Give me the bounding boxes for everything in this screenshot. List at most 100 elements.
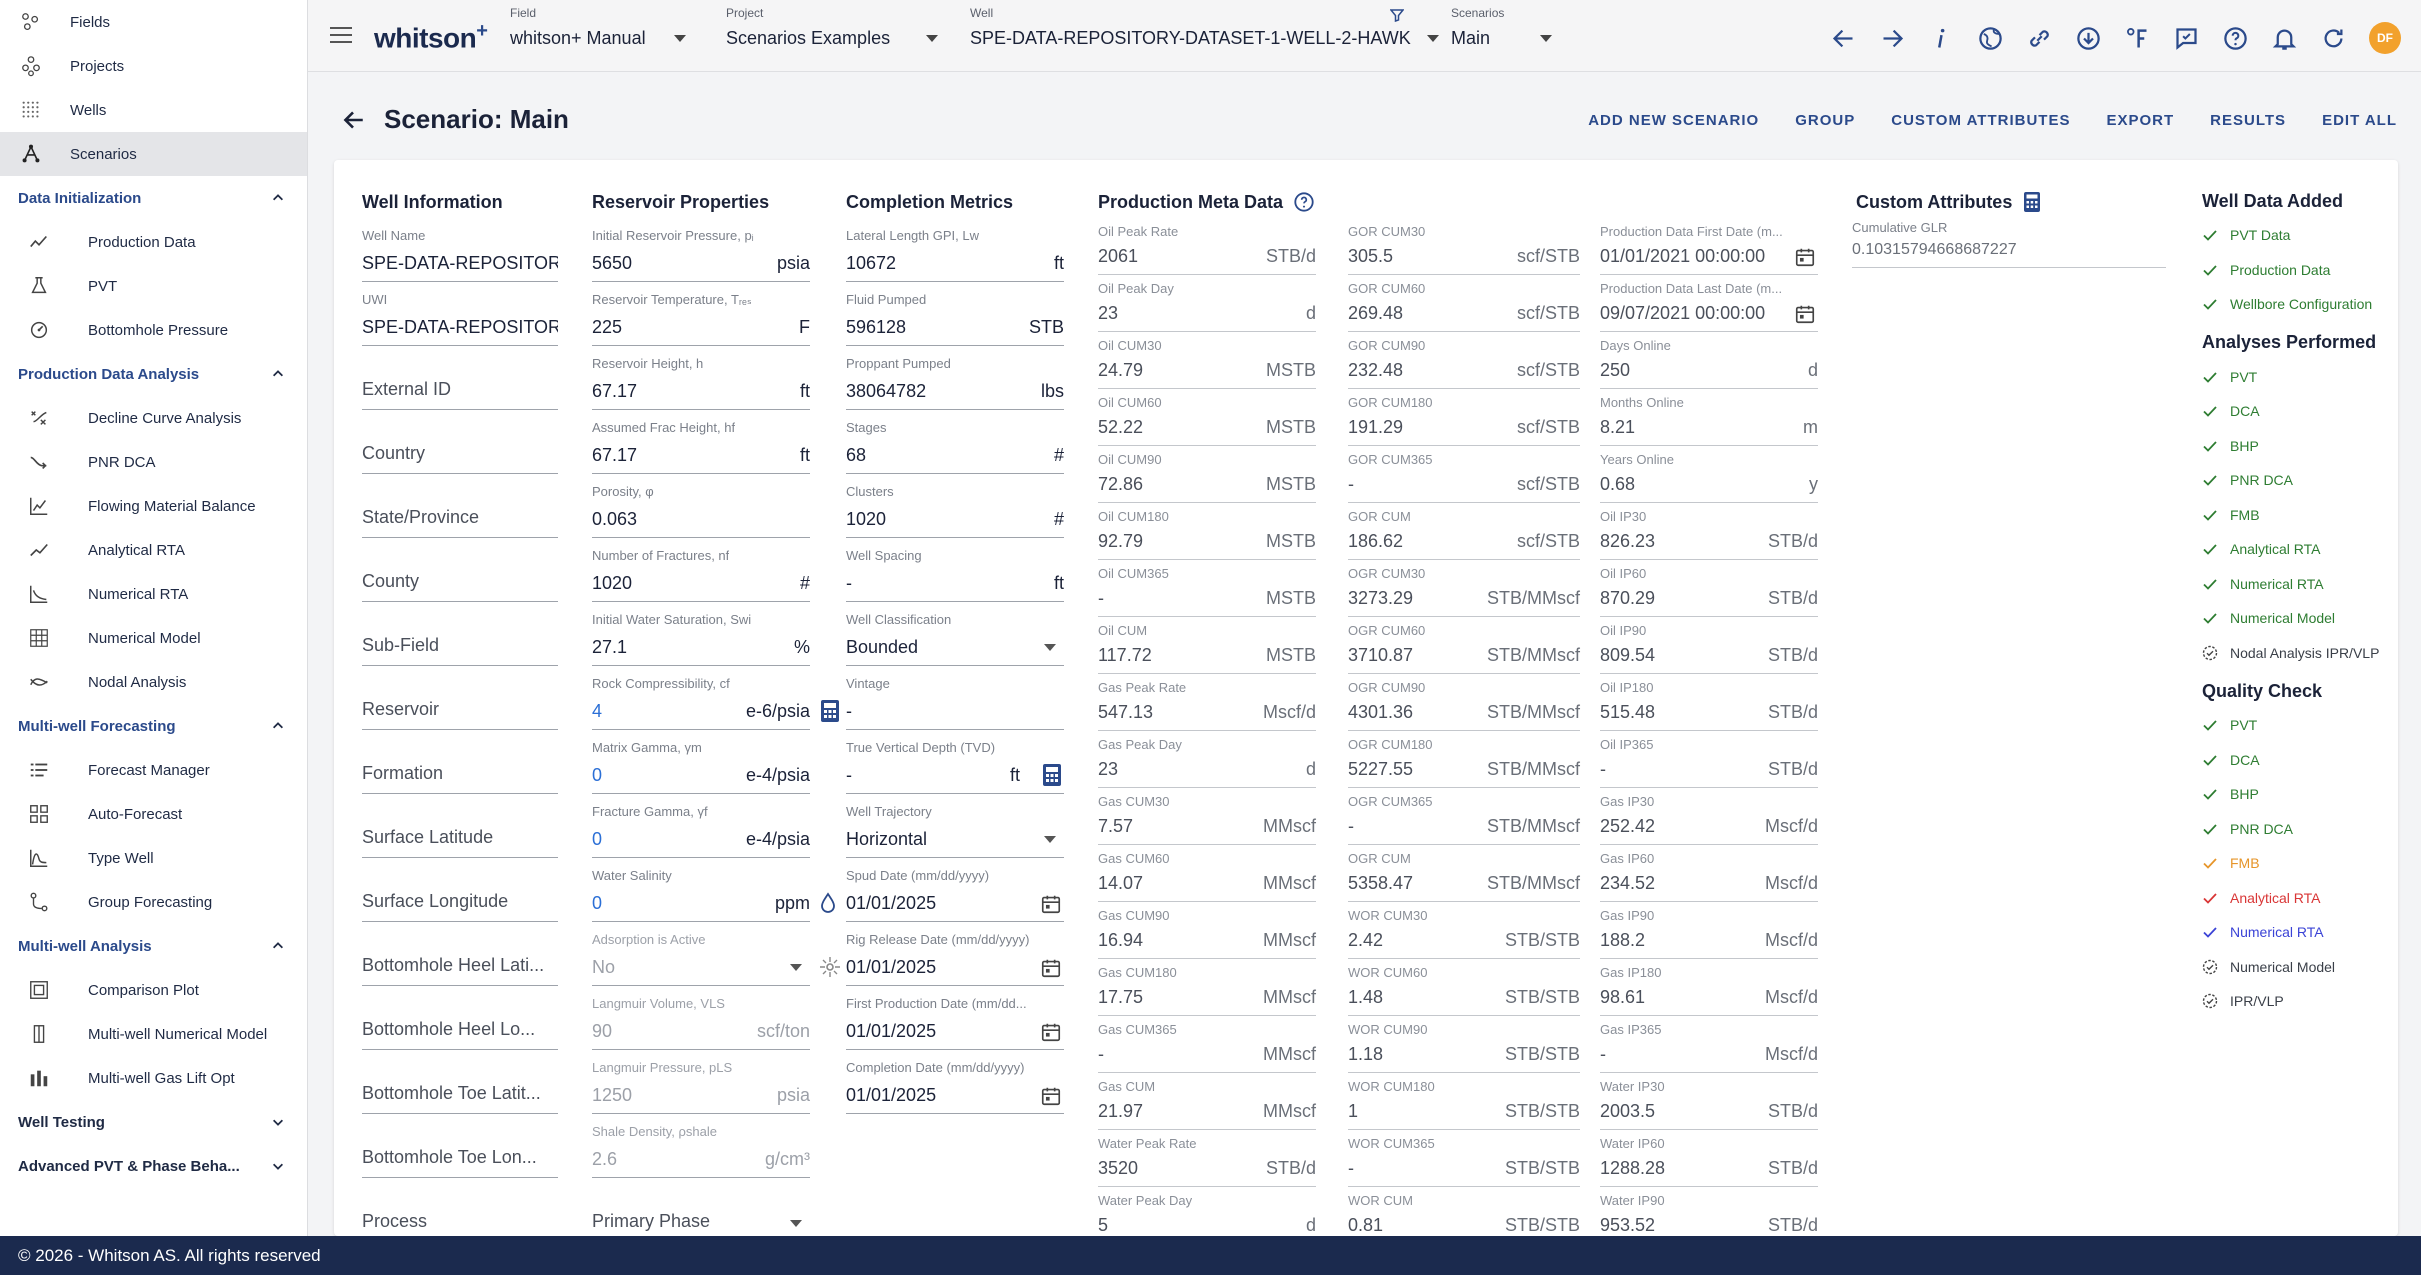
gor-cum90-field[interactable]: GOR CUM90 232.48 scf/STB [1348, 332, 1580, 389]
calendar-icon[interactable] [1040, 1085, 1062, 1107]
bottomhole-toe-lon-field[interactable]: Bottomhole Toe Lon... [362, 1114, 558, 1178]
state-province-field[interactable]: State/Province [362, 474, 558, 538]
link-icon[interactable] [2026, 25, 2053, 52]
oil-cum-field[interactable]: Oil CUM 117.72 MSTB [1098, 617, 1316, 674]
langmuir-pressure-pls-field[interactable]: Langmuir Pressure, pLS 1250 psia [592, 1050, 810, 1114]
export-button[interactable]: EXPORT [2106, 112, 2174, 129]
gas-ip60-field[interactable]: Gas IP60 234.52 Mscf/d [1600, 845, 1818, 902]
country-field[interactable]: Country [362, 410, 558, 474]
reservoir-field[interactable]: Reservoir [362, 666, 558, 730]
gas-ip90-field[interactable]: Gas IP90 188.2 Mscf/d [1600, 902, 1818, 959]
arrow-forward-icon[interactable] [1879, 25, 1906, 52]
bottomhole-heel-lati-field[interactable]: Bottomhole Heel Lati... [362, 922, 558, 986]
reservoir-height-h-field[interactable]: Reservoir Height, h 67.17 ft [592, 346, 810, 410]
calculator-icon[interactable] [1040, 763, 1064, 787]
chevron-down-icon[interactable] [1044, 836, 1056, 843]
sidebar-section-multi-well-forecasting[interactable]: Multi-well Forecasting [0, 704, 307, 748]
water-ip60-field[interactable]: Water IP60 1288.28 STB/d [1600, 1130, 1818, 1187]
wor-cum180-field[interactable]: WOR CUM180 1 STB/STB [1348, 1073, 1580, 1130]
ogr-cum-field[interactable]: OGR CUM 5358.47 STB/MMscf [1348, 845, 1580, 902]
back-arrow-icon[interactable] [340, 107, 366, 133]
oil-cum180-field[interactable]: Oil CUM180 92.79 MSTB [1098, 503, 1316, 560]
sidebar-item-numerical-rta[interactable]: Numerical RTA [0, 572, 307, 616]
rock-compressibility-cf-field[interactable]: Rock Compressibility, cf 4 e-6/psia [592, 666, 839, 730]
refresh-icon[interactable] [2320, 25, 2347, 52]
sidebar-section-advanced-pvt-phase-beha[interactable]: Advanced PVT & Phase Beha... [0, 1144, 307, 1188]
process-field[interactable]: Process [362, 1178, 558, 1236]
gor-cum365-field[interactable]: GOR CUM365 - scf/STB [1348, 446, 1580, 503]
gor-cum180-field[interactable]: GOR CUM180 191.29 scf/STB [1348, 389, 1580, 446]
chevron-down-icon[interactable] [1044, 644, 1056, 651]
true-vertical-depth-tvd-field[interactable]: True Vertical Depth (TVD) - ft [846, 730, 1064, 794]
gas-ip180-field[interactable]: Gas IP180 98.61 Mscf/d [1600, 959, 1818, 1016]
oil-cum30-field[interactable]: Oil CUM30 24.79 MSTB [1098, 332, 1316, 389]
wor-cum365-field[interactable]: WOR CUM365 - STB/STB [1348, 1130, 1580, 1187]
oil-ip180-field[interactable]: Oil IP180 515.48 STB/d [1600, 674, 1818, 731]
cumulative-glr-field[interactable]: Cumulative GLR 0.10315794668687227 [1852, 218, 2166, 268]
initial-water-saturation-swi-field[interactable]: Initial Water Saturation, Swi 27.1% [592, 602, 810, 666]
sidebar-item-nodal-analysis[interactable]: Nodal Analysis [0, 660, 307, 704]
scenario-select[interactable]: Scenarios Main [1451, 6, 1553, 49]
app-logo[interactable]: whitson+ [374, 20, 488, 54]
ogr-cum90-field[interactable]: OGR CUM90 4301.36 STB/MMscf [1348, 674, 1580, 731]
formation-field[interactable]: Formation [362, 730, 558, 794]
oil-ip30-field[interactable]: Oil IP30 826.23 STB/d [1600, 503, 1818, 560]
info-icon[interactable] [1928, 25, 1955, 52]
download-icon[interactable] [2075, 25, 2102, 52]
water-salinity-field[interactable]: Water Salinity 0 ppm [592, 858, 835, 922]
sidebar-item-bottomhole-pressure[interactable]: Bottomhole Pressure [0, 308, 307, 352]
water-peak-rate-field[interactable]: Water Peak Rate 3520 STB/d [1098, 1130, 1316, 1187]
results-button[interactable]: RESULTS [2210, 112, 2286, 129]
well-spacing-field[interactable]: Well Spacing - ft [846, 538, 1064, 602]
help-icon[interactable] [2222, 25, 2249, 52]
oil-peak-day-field[interactable]: Oil Peak Day 23 d [1098, 275, 1316, 332]
gas-cum-field[interactable]: Gas CUM 21.97 MMscf [1098, 1073, 1316, 1130]
calendar-icon[interactable] [1040, 893, 1062, 915]
well-name-field[interactable]: Well Name SPE-DATA-REPOSITORY-DATASET-1-W… [362, 218, 558, 282]
wor-cum30-field[interactable]: WOR CUM30 2.42 STB/STB [1348, 902, 1580, 959]
oil-cum365-field[interactable]: Oil CUM365 - MSTB [1098, 560, 1316, 617]
ogr-cum365-field[interactable]: OGR CUM365 - STB/MMscf [1348, 788, 1580, 845]
custom-attributes-button[interactable]: CUSTOM ATTRIBUTES [1891, 112, 2070, 129]
field-select[interactable]: Field whitson+ Manual [510, 6, 686, 49]
rig-release-date-mm-dd-yyyy-field[interactable]: Rig Release Date (mm/dd/yyyy) 01/01/2025 [846, 922, 1064, 986]
water-peak-day-field[interactable]: Water Peak Day 5 d [1098, 1187, 1316, 1236]
notifications-icon[interactable] [2271, 25, 2298, 52]
feedback-icon[interactable] [2173, 25, 2200, 52]
arrow-back-icon[interactable] [1830, 25, 1857, 52]
avatar[interactable]: DF [2369, 22, 2401, 54]
edit-all-button[interactable]: EDIT ALL [2322, 112, 2397, 129]
sidebar-item-decline-curve-analysis[interactable]: Decline Curve Analysis [0, 396, 307, 440]
initial-reservoir-pressure-p-field[interactable]: Initial Reservoir Pressure, pᵢ 5650 psia [592, 218, 810, 282]
add-new-scenario-button[interactable]: ADD NEW SCENARIO [1588, 112, 1759, 129]
gas-ip365-field[interactable]: Gas IP365 - Mscf/d [1600, 1016, 1818, 1073]
days-online-field[interactable]: Days Online 250 d [1600, 332, 1818, 389]
sidebar-section-production-data-analysis[interactable]: Production Data Analysis [0, 352, 307, 396]
sidebar-item-type-well[interactable]: Type Well [0, 836, 307, 880]
county-field[interactable]: County [362, 538, 558, 602]
gas-ip30-field[interactable]: Gas IP30 252.42 Mscf/d [1600, 788, 1818, 845]
gas-cum365-field[interactable]: Gas CUM365 - MMscf [1098, 1016, 1316, 1073]
proppant-pumped-field[interactable]: Proppant Pumped 38064782 lbs [846, 346, 1064, 410]
sidebar-item-comparison-plot[interactable]: Comparison Plot [0, 968, 307, 1012]
well-classification-field[interactable]: Well Classification Bounded [846, 602, 1064, 666]
chevron-down-icon[interactable] [790, 964, 802, 971]
adsorption-icon[interactable] [818, 955, 842, 979]
wor-cum-field[interactable]: WOR CUM 0.81 STB/STB [1348, 1187, 1580, 1236]
sidebar-item-pnr-dca[interactable]: PNR DCA [0, 440, 307, 484]
months-online-field[interactable]: Months Online 8.21 m [1600, 389, 1818, 446]
calculator-icon[interactable] [2022, 191, 2042, 213]
lateral-length-gpi-lw-field[interactable]: Lateral Length GPI, Lw 10672 ft [846, 218, 1064, 282]
stages-field[interactable]: Stages 68 # [846, 410, 1064, 474]
wor-cum90-field[interactable]: WOR CUM90 1.18 STB/STB [1348, 1016, 1580, 1073]
gor-cum30-field[interactable]: GOR CUM30 305.5 scf/STB [1348, 218, 1580, 275]
sidebar-item-multi-well-gas-lift-opt[interactable]: Multi-well Gas Lift Opt [0, 1056, 307, 1100]
ogr-cum180-field[interactable]: OGR CUM180 5227.55 STB/MMscf [1348, 731, 1580, 788]
sidebar-item-numerical-model[interactable]: Numerical Model [0, 616, 307, 660]
sidebar-item-wells[interactable]: Wells [0, 88, 307, 132]
fluid-pumped-field[interactable]: Fluid Pumped 596128 STB [846, 282, 1064, 346]
years-online-field[interactable]: Years Online 0.68 y [1600, 446, 1818, 503]
calendar-icon[interactable] [1040, 957, 1062, 979]
surface-longitude-field[interactable]: Surface Longitude [362, 858, 558, 922]
langmuir-volume-vls-field[interactable]: Langmuir Volume, VLS 90 scf/ton [592, 986, 810, 1050]
